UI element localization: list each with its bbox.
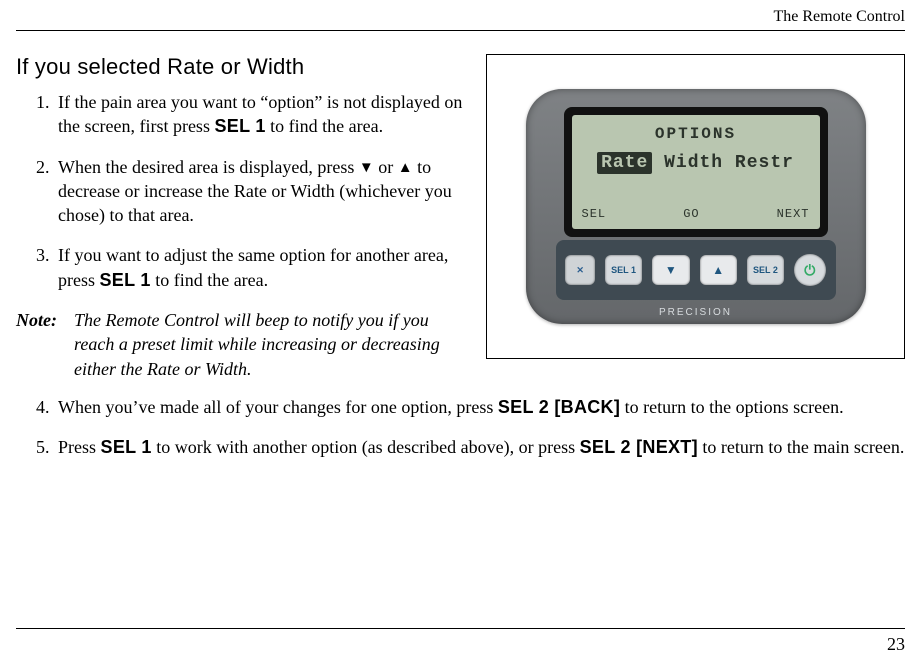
note-block: Note: The Remote Control will beep to no… bbox=[16, 308, 468, 381]
step-5-text-c: to work with another option (as describe… bbox=[152, 437, 580, 457]
step-5-text-e: to return to the main screen. bbox=[698, 437, 904, 457]
top-rule bbox=[16, 30, 905, 31]
down-button[interactable]: ▼ bbox=[652, 255, 689, 285]
sel2-button[interactable]: SEL 2 bbox=[747, 255, 784, 285]
steps-list-top: If the pain area you want to “option” is… bbox=[16, 90, 468, 292]
triangle-up-icon: ▲ bbox=[398, 161, 413, 176]
lcd-soft-right: NEXT bbox=[777, 207, 810, 221]
triangle-down-icon: ▼ bbox=[359, 161, 374, 176]
sel2-next-label: SEL 2 [NEXT] bbox=[580, 437, 698, 457]
lcd-title: OPTIONS bbox=[572, 125, 820, 143]
running-head: The Remote Control bbox=[773, 8, 905, 26]
step-3-text-c: to find the area. bbox=[151, 270, 268, 290]
step-5-text-a: Press bbox=[58, 437, 101, 457]
note-label: Note: bbox=[16, 308, 68, 381]
sel1-label: SEL 1 bbox=[100, 270, 151, 290]
lcd-option-rate: Rate bbox=[597, 152, 652, 174]
lcd-bezel: OPTIONS Rate Width Restr SEL GO NEXT bbox=[564, 107, 828, 237]
bottom-rule bbox=[16, 628, 905, 629]
logo-icon: ✕ bbox=[565, 255, 594, 285]
step-4: When you’ve made all of your changes for… bbox=[54, 395, 905, 419]
page-number: 23 bbox=[887, 634, 905, 655]
sel1-button[interactable]: SEL 1 bbox=[605, 255, 642, 285]
step-3: If you want to adjust the same option fo… bbox=[54, 243, 468, 292]
lcd-soft-left: SEL bbox=[582, 207, 607, 221]
device-button-row: ✕ SEL 1 ▼ ▲ SEL 2 ⏻ bbox=[556, 240, 836, 300]
sel1-label: SEL 1 bbox=[101, 437, 152, 457]
step-5: Press SEL 1 to work with another option … bbox=[54, 435, 905, 459]
sel2-back-label: SEL 2 [BACK] bbox=[498, 397, 620, 417]
section-heading: If you selected Rate or Width bbox=[16, 54, 468, 80]
step-4-text-c: to return to the options screen. bbox=[620, 397, 843, 417]
device-figure: OPTIONS Rate Width Restr SEL GO NEXT bbox=[486, 54, 905, 359]
lcd-option-width: Width bbox=[664, 153, 723, 173]
lcd-option-restr: Restr bbox=[735, 153, 794, 173]
up-button[interactable]: ▲ bbox=[700, 255, 737, 285]
step-2: When the desired area is displayed, pres… bbox=[54, 155, 468, 228]
note-text: The Remote Control will beep to notify y… bbox=[74, 308, 468, 381]
remote-control-device: OPTIONS Rate Width Restr SEL GO NEXT bbox=[526, 89, 866, 324]
step-2-text-b: or bbox=[374, 157, 398, 177]
step-1-text-c: to find the area. bbox=[266, 116, 383, 136]
step-4-text-a: When you’ve made all of your changes for… bbox=[58, 397, 498, 417]
lcd-soft-mid: GO bbox=[683, 207, 699, 221]
lcd-options-row: Rate Width Restr bbox=[572, 153, 820, 173]
step-1: If the pain area you want to “option” is… bbox=[54, 90, 468, 139]
step-2-text-a: When the desired area is displayed, pres… bbox=[58, 157, 359, 177]
power-button[interactable]: ⏻ bbox=[794, 254, 825, 286]
device-brand: PRECISION bbox=[526, 307, 866, 318]
lcd-softkeys: SEL GO NEXT bbox=[582, 207, 810, 221]
sel1-label: SEL 1 bbox=[214, 116, 265, 136]
lcd-screen: OPTIONS Rate Width Restr SEL GO NEXT bbox=[572, 115, 820, 229]
steps-list-bottom: When you’ve made all of your changes for… bbox=[16, 395, 905, 460]
